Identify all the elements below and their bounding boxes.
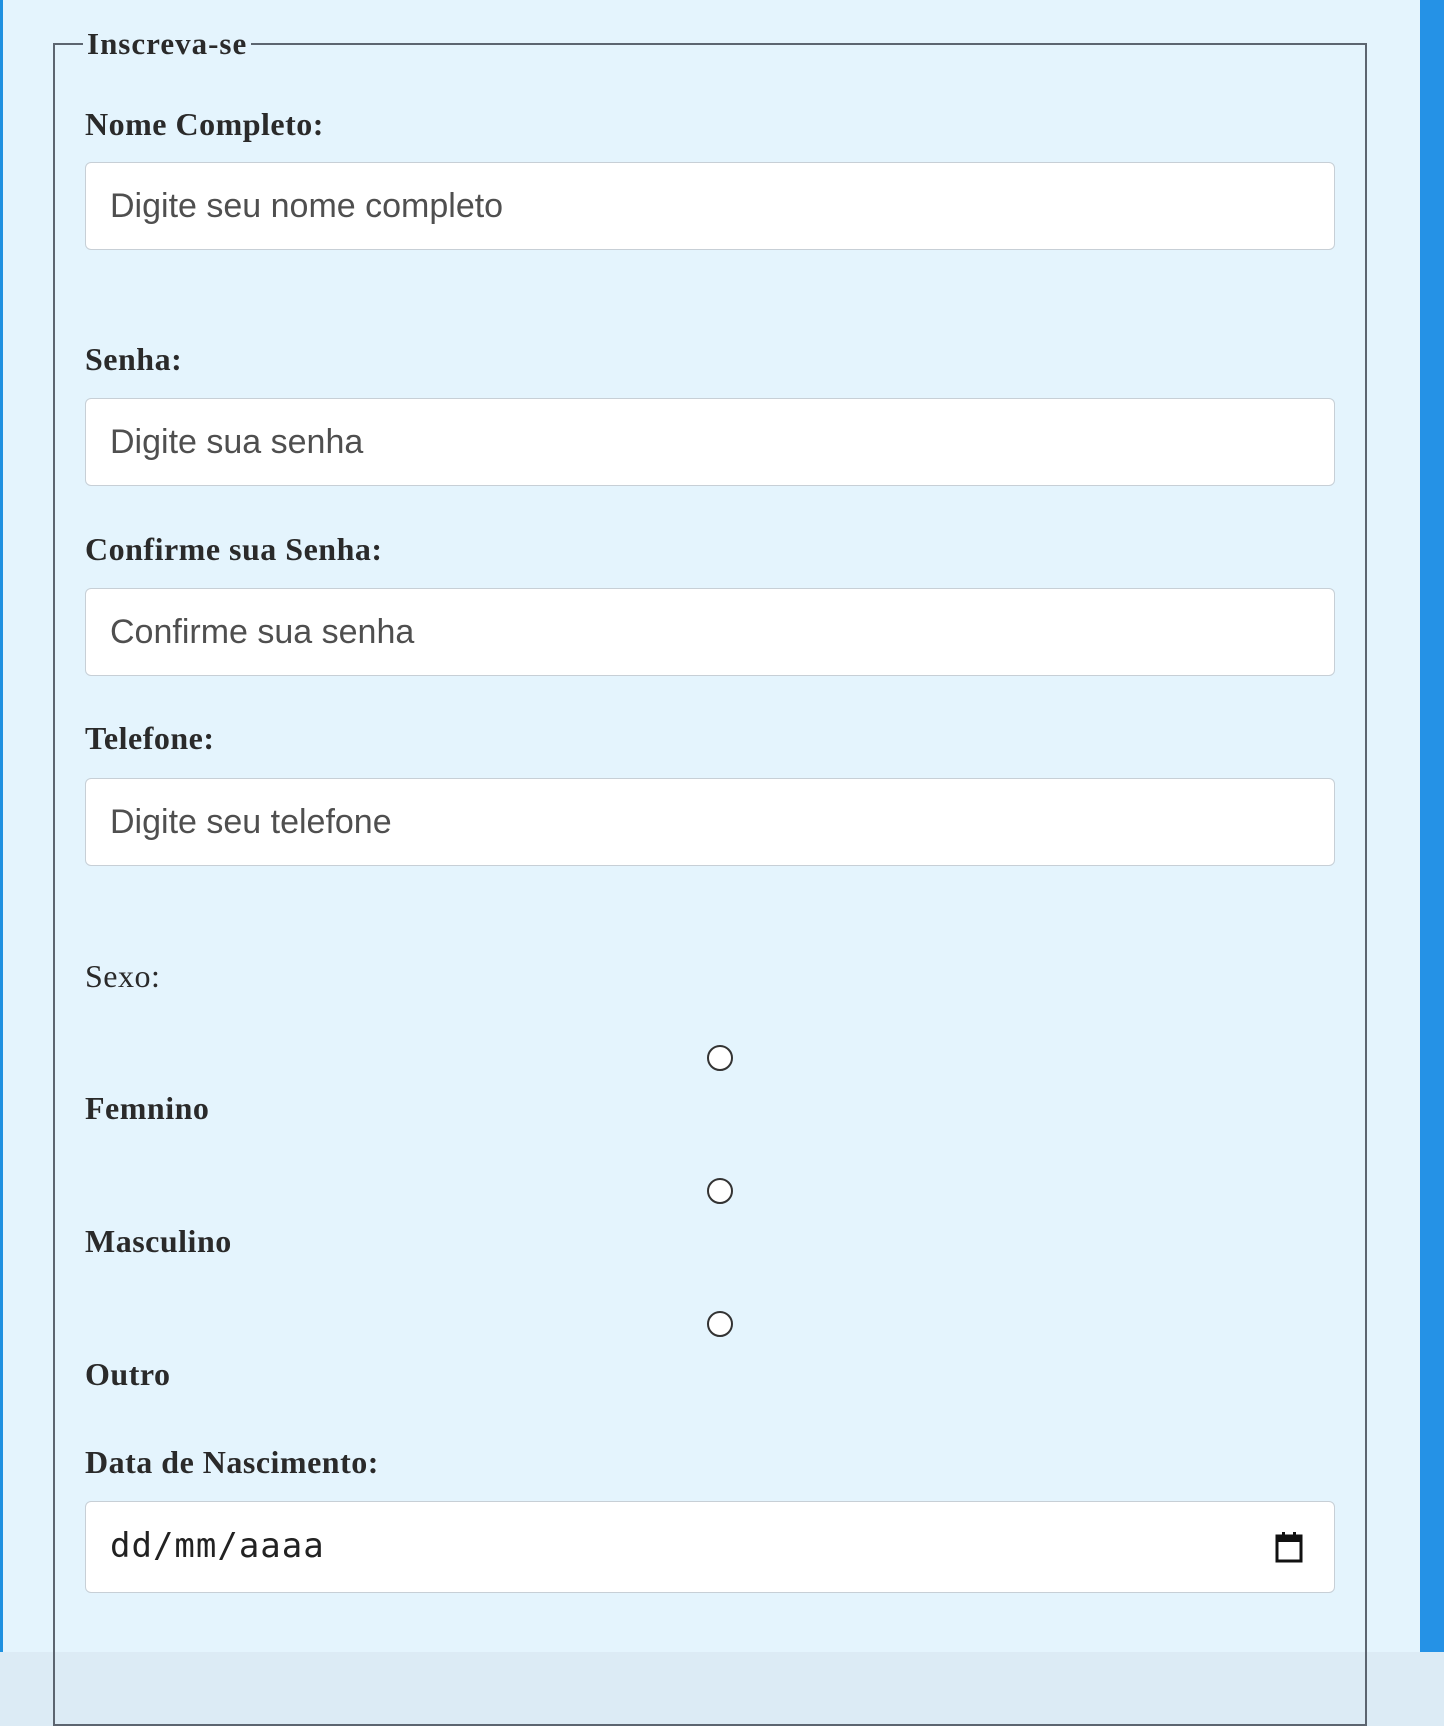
confirm-password-label: Confirme sua Senha: [85, 531, 383, 567]
radio-outro[interactable] [707, 1311, 733, 1337]
page-edge-right [1420, 0, 1444, 1652]
birth-date-placeholder: dd/mm/aaaa [110, 1526, 325, 1566]
full-name-label: Nome Completo: [85, 106, 324, 142]
form-legend: Inscreva-se [87, 26, 248, 61]
sex-label: Sexo: [85, 958, 161, 994]
password-input[interactable] [85, 398, 1335, 486]
option-label-feminino: Femnino [85, 1090, 210, 1126]
calendar-icon[interactable] [1274, 1530, 1304, 1564]
form-panel: Inscreva-se Nome Completo: Senha: Confir… [3, 0, 1420, 1726]
option-label-masculino: Masculino [85, 1223, 232, 1259]
phone-label: Telefone: [85, 720, 215, 756]
radio-feminino[interactable] [707, 1045, 733, 1071]
signup-fieldset: Inscreva-se Nome Completo: Senha: Confir… [53, 26, 1367, 1726]
password-label: Senha: [85, 341, 183, 377]
phone-input[interactable] [85, 778, 1335, 866]
confirm-password-input[interactable] [85, 588, 1335, 676]
birth-date-label: Data de Nascimento: [85, 1444, 379, 1480]
birth-date-input[interactable]: dd/mm/aaaa [85, 1501, 1335, 1593]
radio-masculino[interactable] [707, 1178, 733, 1204]
option-label-outro: Outro [85, 1356, 171, 1392]
full-name-input[interactable] [85, 162, 1335, 250]
